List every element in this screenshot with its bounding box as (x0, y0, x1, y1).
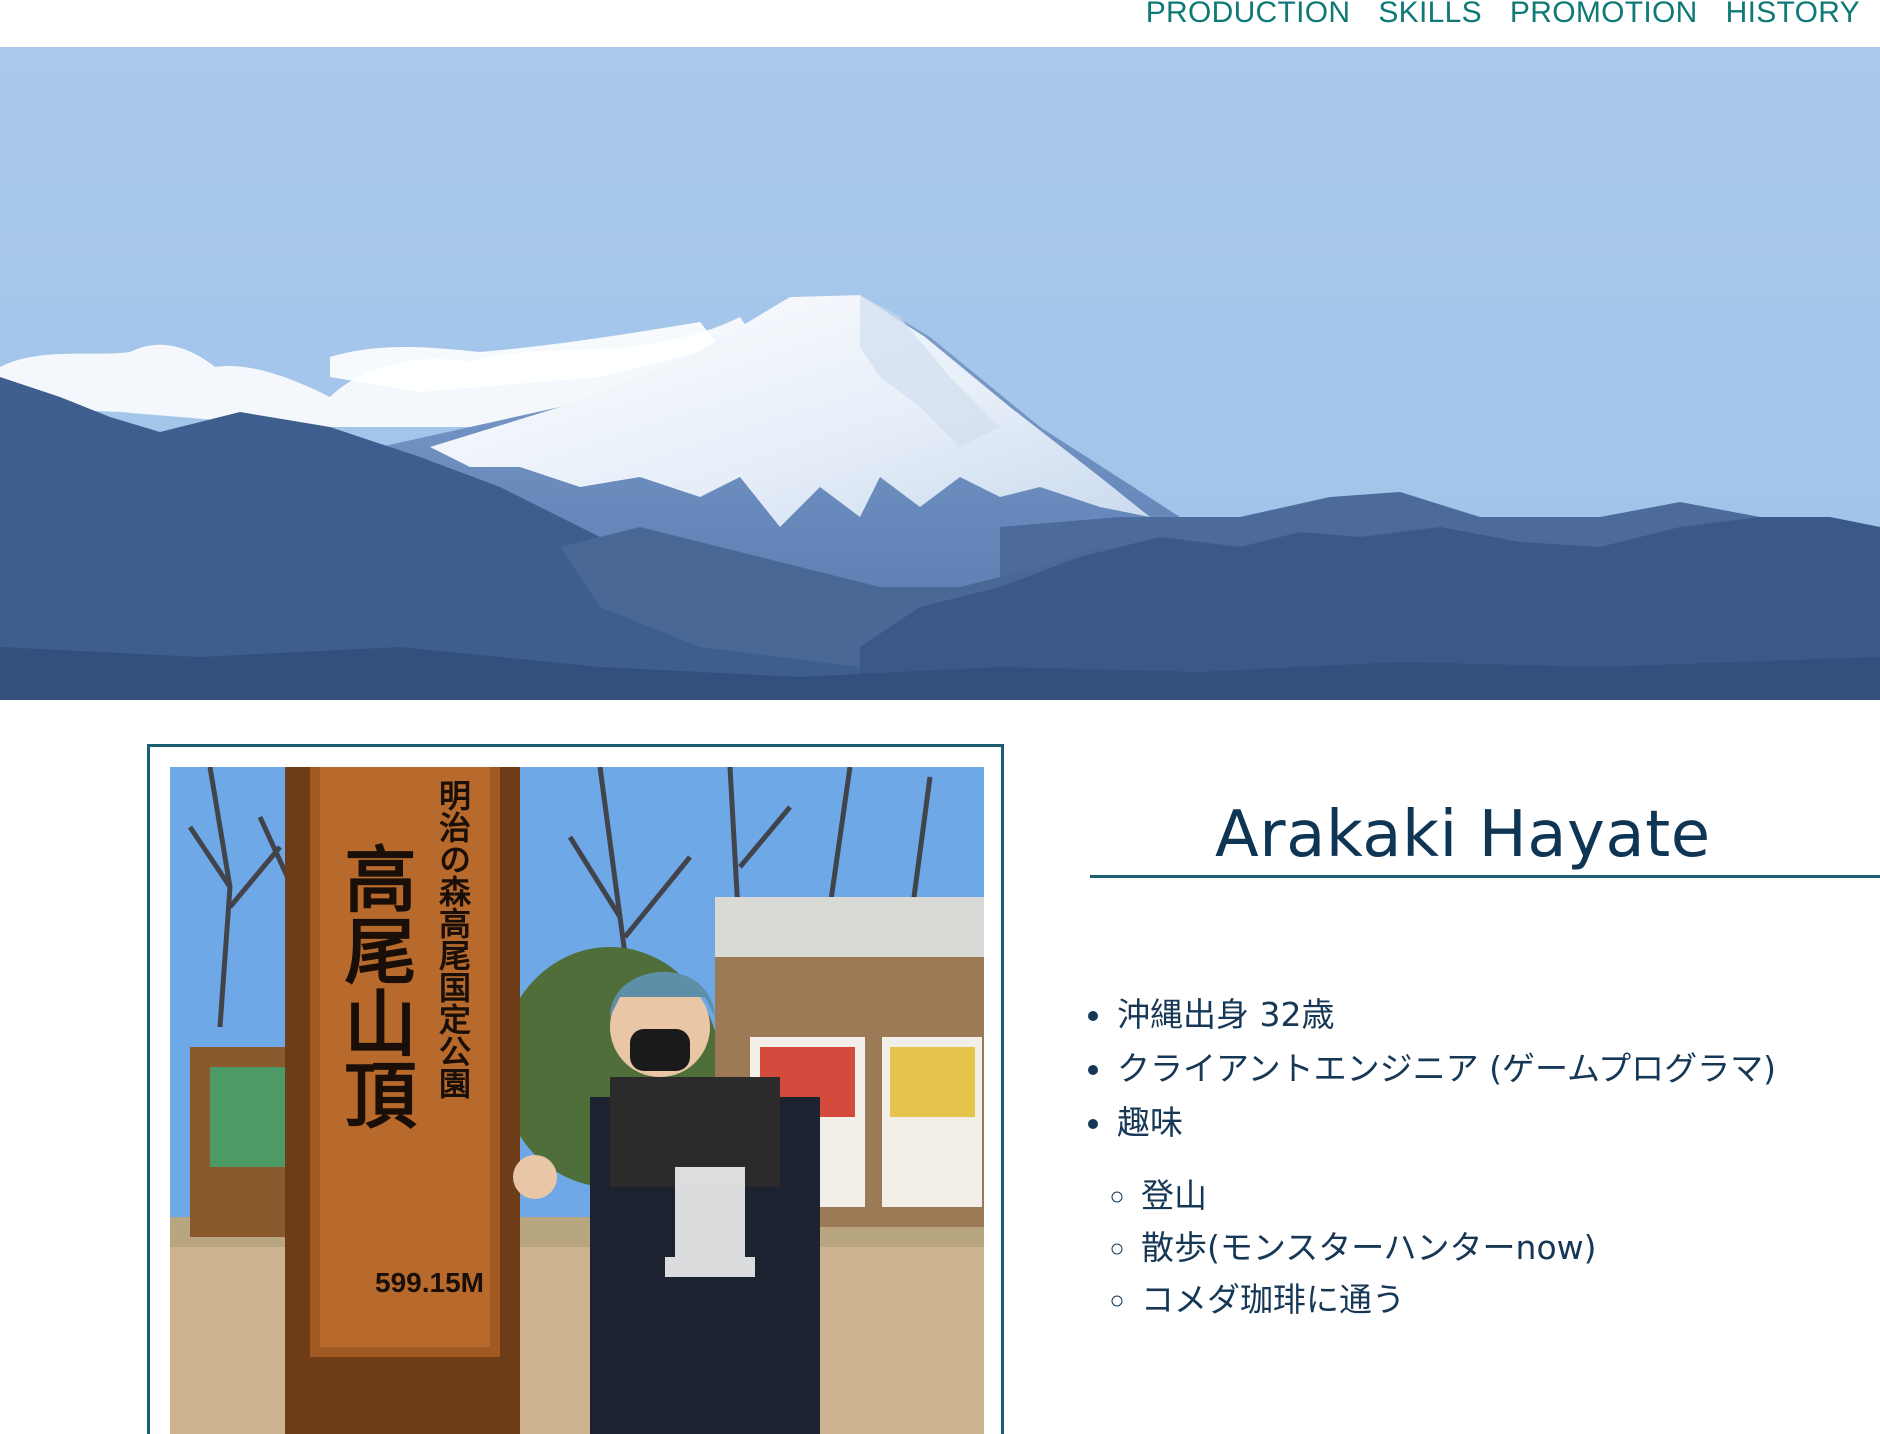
facts-list: 沖縄出身 32歳 クライアントエンジニア (ゲームプログラマ) 趣味 登山 散歩… (1090, 988, 1880, 1326)
profile-name: Arakaki Hayate (1215, 798, 1711, 872)
hobbies-label: 趣味 (1117, 1103, 1183, 1142)
nav-link-production[interactable]: PRODUCTION (1146, 0, 1351, 29)
nav-list: PRODUCTION SKILLS PROMOTION HISTORY (1146, 0, 1860, 30)
sign-text-small: 明治の森高尾国定公園 (434, 779, 472, 1099)
hobby-item: コメダ珈琲に通う (1139, 1274, 1880, 1326)
fact-occupation: クライアントエンジニア (ゲームプログラマ) (1115, 1042, 1880, 1096)
sign-elevation: 599.15M (375, 1267, 484, 1298)
nav-item-history: HISTORY (1726, 0, 1860, 30)
nav-link-history[interactable]: HISTORY (1726, 0, 1860, 29)
top-nav: PRODUCTION SKILLS PROMOTION HISTORY (0, 0, 1880, 47)
hero-image (0, 47, 1880, 700)
nav-item-promotion: PROMOTION (1510, 0, 1698, 30)
nav-link-skills[interactable]: SKILLS (1378, 0, 1482, 29)
mount-fuji-illustration (0, 47, 1880, 700)
profile-photo: 明治の森高尾国定公園 高尾山頂 599.15M (170, 767, 984, 1434)
profile-photo-frame: 明治の森高尾国定公園 高尾山頂 599.15M (147, 744, 1004, 1434)
nav-item-production: PRODUCTION (1146, 0, 1351, 30)
fact-hobbies-heading: 趣味 登山 散歩(モンスターハンターnow) コメダ珈琲に通う (1115, 1096, 1880, 1326)
name-divider (1090, 875, 1880, 878)
nav-link-promotion[interactable]: PROMOTION (1510, 0, 1698, 29)
fact-origin-age: 沖縄出身 32歳 (1115, 988, 1880, 1042)
hobby-item: 登山 (1139, 1170, 1880, 1222)
hobby-item: 散歩(モンスターハンターnow) (1139, 1222, 1880, 1274)
profile-section: Arakaki Hayate 沖縄出身 32歳 クライアントエンジニア (ゲーム… (1090, 795, 1880, 1326)
sign-text-main: 高尾山頂 (332, 842, 417, 1130)
nav-item-skills: SKILLS (1378, 0, 1482, 30)
hobbies-list: 登山 散歩(モンスターハンターnow) コメダ珈琲に通う (1117, 1170, 1880, 1326)
summit-photo-illustration (170, 767, 984, 1434)
